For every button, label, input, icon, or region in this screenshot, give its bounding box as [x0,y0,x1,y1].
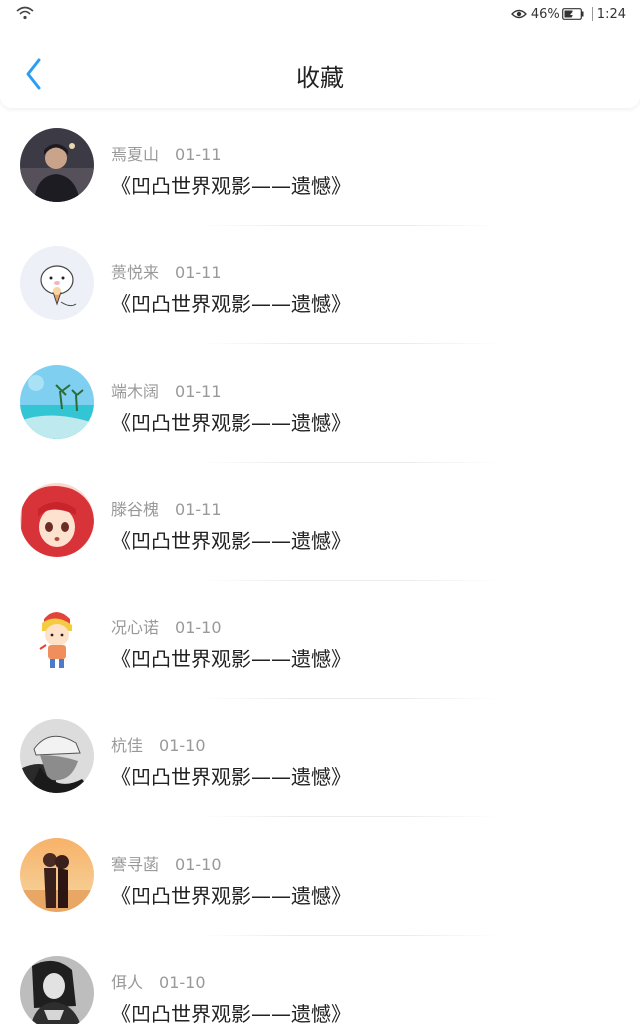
avatar[interactable] [20,719,94,794]
user-name: 况心诺 [111,618,160,638]
divider [200,816,500,818]
list-item[interactable]: 謇寻菡 01-10 《凹凸世界观影——遗憾》 [0,820,640,938]
post-date: 01-10 [159,973,206,993]
list-item[interactable]: 滕谷槐 01-11 《凹凸世界观影——遗憾》 [0,465,640,583]
avatar[interactable] [20,601,94,676]
item-meta: 杭佳 01-10 [111,732,206,756]
status-separator [591,7,593,21]
battery-icon [561,8,584,20]
divider [200,343,500,345]
post-title[interactable]: 《凹凸世界观影——遗憾》 [111,407,351,436]
list-item[interactable]: 杭佳 01-10 《凹凸世界观影——遗憾》 [0,701,640,819]
divider [200,579,500,581]
post-date: 01-11 [175,499,222,519]
post-title[interactable]: 《凹凸世界观影——遗憾》 [111,525,351,554]
battery-percent: 46% [530,6,560,22]
page-title: 收藏 [296,64,344,92]
post-date: 01-10 [175,618,222,638]
divider [200,225,500,226]
divider [200,934,500,936]
list-item[interactable]: 焉夏山 01-11 《凹凸世界观影——遗憾》 [0,110,640,228]
list-item[interactable]: 蒉悦来 01-11 《凹凸世界观影——遗憾》 [0,228,640,346]
list-item[interactable]: 端木阔 01-11 《凹凸世界观影——遗憾》 [0,347,640,465]
post-date: 01-11 [175,145,222,164]
divider [200,461,500,463]
avatar[interactable] [20,956,94,1024]
user-name: 杭佳 [111,736,144,756]
list-item[interactable]: 佴人 01-10 《凹凸世界观影——遗憾》 [0,938,640,1024]
avatar[interactable] [20,364,94,439]
clock: 1:24 [596,6,626,22]
avatar[interactable] [20,246,94,321]
status-right: 46% 1:24 [510,4,626,24]
item-meta: 况心诺 01-10 [111,614,222,638]
item-meta: 謇寻菡 01-10 [111,851,222,875]
post-title[interactable]: 《凹凸世界观影——遗憾》 [111,288,351,317]
post-title[interactable]: 《凹凸世界观影——遗憾》 [111,170,351,199]
avatar[interactable] [20,837,94,912]
user-name: 佴人 [111,973,144,993]
user-name: 蒉悦来 [111,263,160,283]
user-name: 滕谷槐 [111,499,160,519]
post-date: 01-11 [175,381,222,401]
eye-icon [510,9,527,19]
status-bar: 46% 1:24 [0,0,640,28]
post-title[interactable]: 《凹凸世界观影——遗憾》 [111,643,351,672]
user-name: 端木阔 [111,381,160,401]
favorites-list: 焉夏山 01-11 《凹凸世界观影——遗憾》 蒉悦来 01-11 《凹凸世界观影——… [0,110,640,1024]
avatar[interactable] [20,482,94,557]
wifi-icon [16,6,34,20]
avatar[interactable] [20,128,94,202]
user-name: 焉夏山 [111,145,160,164]
post-date: 01-11 [175,263,222,283]
title-bar: 收藏 [0,28,640,108]
post-date: 01-10 [159,736,206,756]
user-name: 謇寻菡 [111,854,160,874]
post-date: 01-10 [175,854,222,874]
item-meta: 佴人 01-10 [111,969,206,993]
item-meta: 滕谷槐 01-11 [111,496,222,520]
post-title[interactable]: 《凹凸世界观影——遗憾》 [111,880,351,909]
item-meta: 焉夏山 01-11 [111,141,222,165]
item-meta: 蒉悦来 01-11 [111,259,222,283]
post-title[interactable]: 《凹凸世界观影——遗憾》 [111,761,351,790]
item-meta: 端木阔 01-11 [111,378,222,402]
post-title[interactable]: 《凹凸世界观影——遗憾》 [111,998,351,1024]
list-item[interactable]: 况心诺 01-10 《凹凸世界观影——遗憾》 [0,583,640,701]
divider [200,698,500,700]
